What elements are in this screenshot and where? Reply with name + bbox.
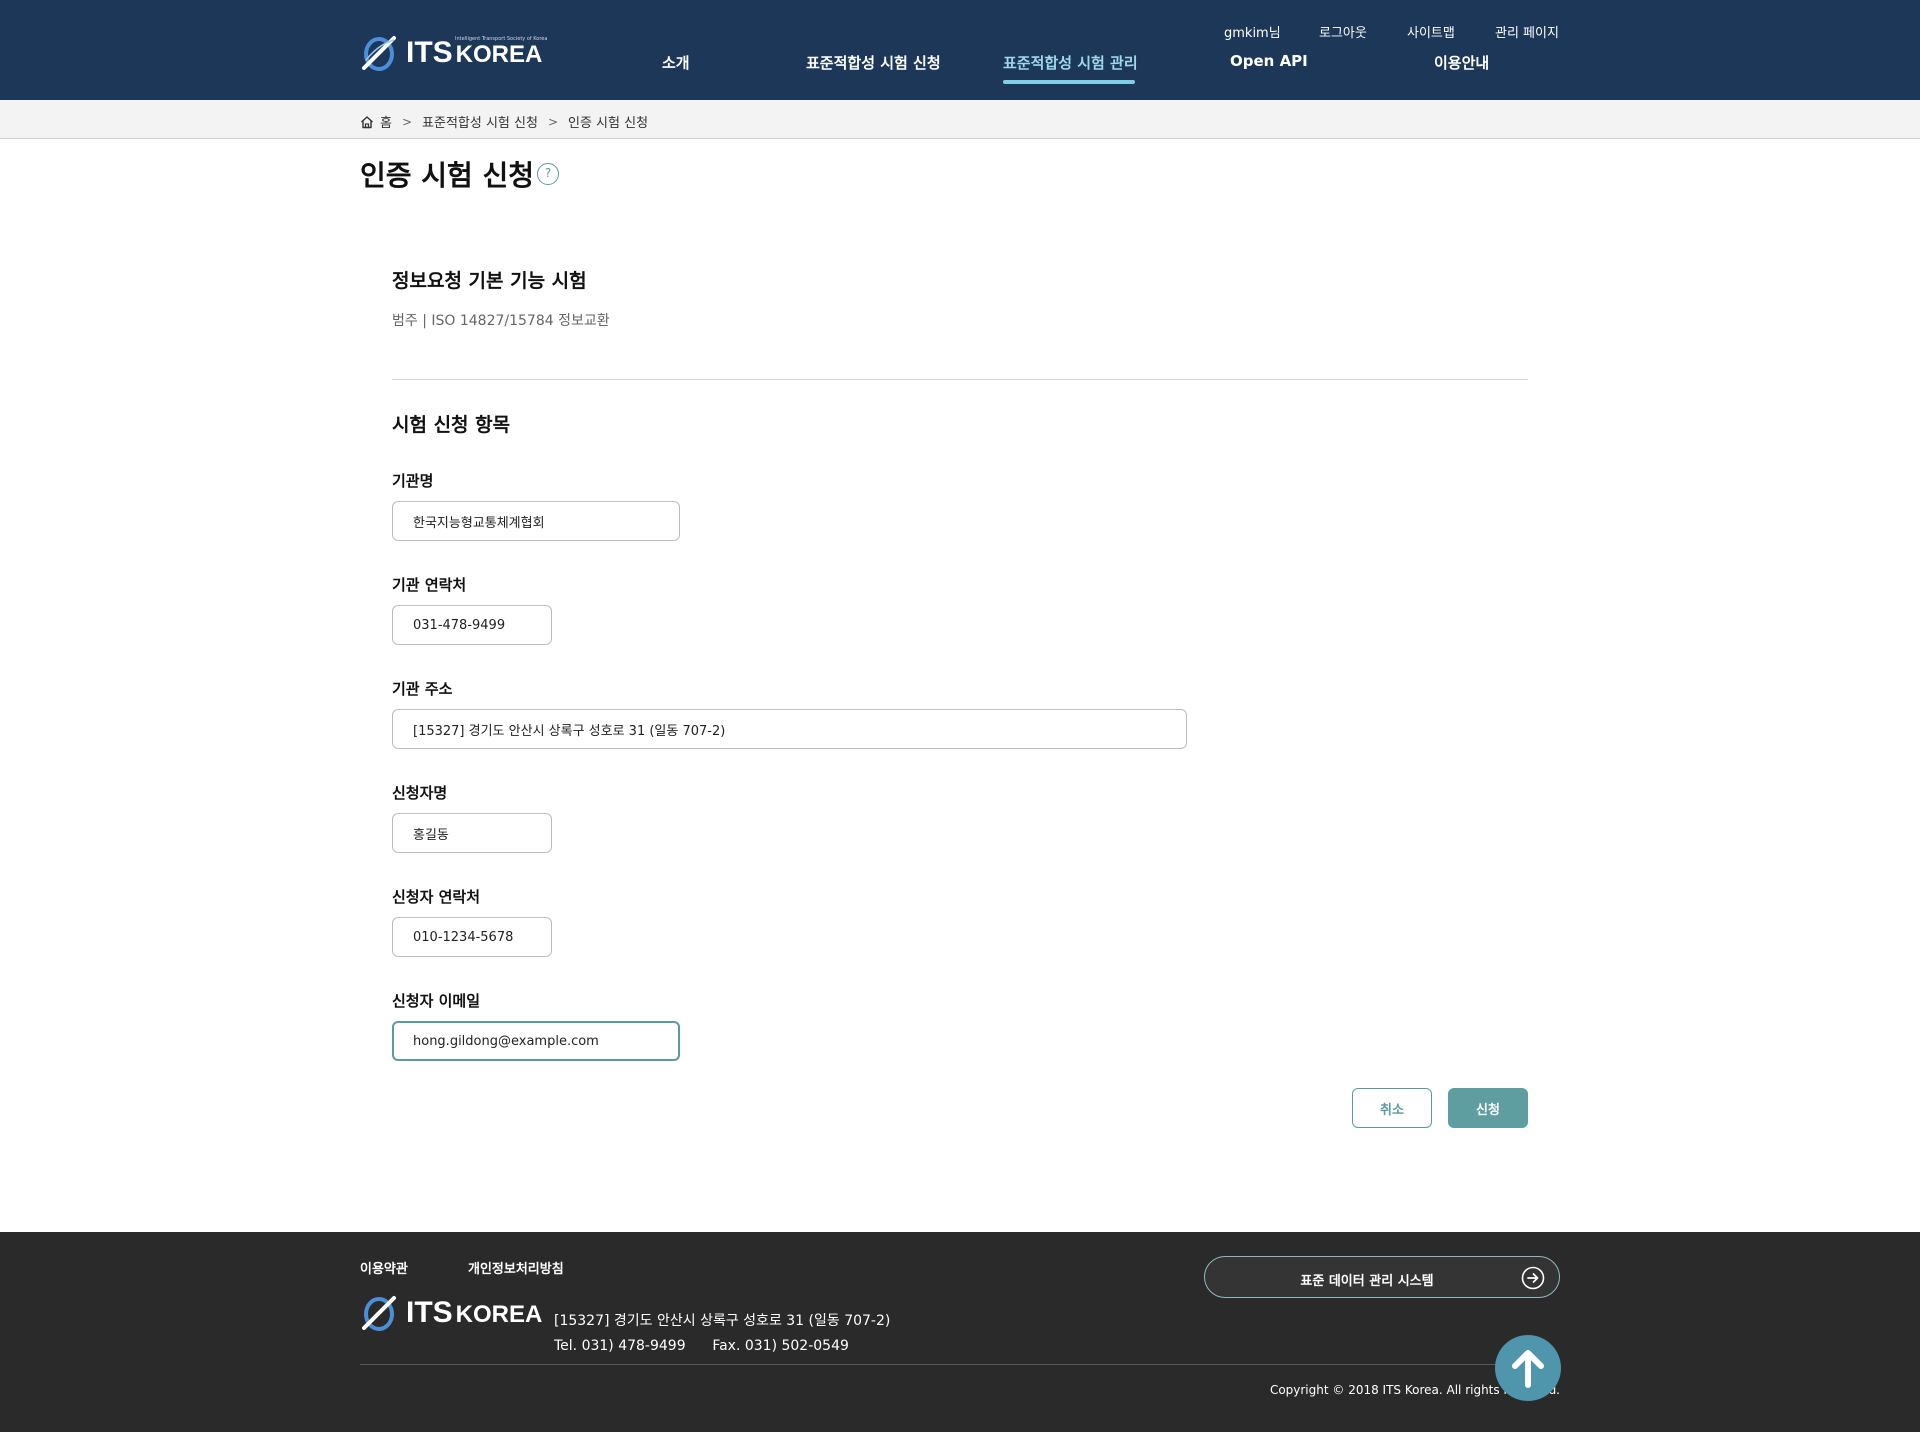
org-contact-label: 기관 연락처 [392,576,467,594]
help-icon[interactable]: ? [537,163,559,185]
nav-open-api[interactable]: Open API [1230,52,1308,70]
active-nav-indicator [1003,80,1135,84]
footer-logo: ITS KOREA [360,1294,542,1332]
applicant-name-label: 신청자명 [392,784,448,802]
breadcrumb-level1[interactable]: 표준적합성 시험 신청 [422,112,538,131]
org-contact-input[interactable] [392,605,552,645]
form-section-title: 시험 신청 항목 [392,414,511,436]
data-system-button[interactable]: 표준 데이터 관리 시스템 [1204,1256,1560,1298]
applicant-contact-input[interactable] [392,917,552,957]
applicant-email-label: 신청자 이메일 [392,992,481,1010]
submit-button[interactable]: 신청 [1448,1088,1528,1128]
org-address-input[interactable] [392,709,1187,749]
terms-link[interactable]: 이용약관 [360,1258,408,1277]
test-title: 정보요청 기본 기능 시험 [392,270,587,292]
chevron-right-icon: > [401,114,413,129]
applicant-name-input[interactable] [392,813,552,853]
logo-tagline: Intelligent Transport Society of Korea [455,36,548,42]
site-header: ITS KOREA Intelligent Transport Society o… [0,0,1920,100]
site-footer: 이용약관 개인정보처리방침 ITS KOREA [15327] 경기도 안산시 상… [0,1232,1920,1432]
footer-fax: Fax. 031) 502-0549 [712,1338,849,1354]
cancel-button[interactable]: 취소 [1352,1088,1432,1128]
footer-contact: Tel. 031) 478-9499 Fax. 031) 502-0549 [554,1338,849,1354]
applicant-email-input[interactable] [392,1021,680,1061]
nav-intro[interactable]: 소개 [662,52,690,73]
page-title: 인증 시험 신청 [360,159,535,192]
chevron-right-icon: > [547,114,558,129]
logout-link[interactable]: 로그아웃 [1319,22,1367,41]
footer-divider [360,1364,1560,1365]
nav-test-manage[interactable]: 표준적합성 시험 관리 [1003,52,1138,73]
breadcrumb-current: 인증 시험 신청 [568,116,649,131]
logo-mark-icon [362,1296,396,1331]
org-name-input[interactable] [392,501,680,541]
breadcrumb: 홈 > 표준적합성 시험 신청 > 인증 시험 신청 [0,100,1920,139]
privacy-link[interactable]: 개인정보처리방침 [468,1258,564,1277]
nav-guide[interactable]: 이용안내 [1434,52,1489,73]
section-divider [392,379,1528,380]
applicant-contact-label: 신청자 연락처 [392,888,481,906]
footer-tel: Tel. 031) 478-9499 [554,1338,686,1354]
footer-logo-text: ITS KOREA [406,1296,543,1329]
nav-test-apply[interactable]: 표준적합성 시험 신청 [806,52,941,73]
admin-page-link[interactable]: 관리 페이지 [1495,22,1559,41]
sitemap-link[interactable]: 사이트맵 [1407,22,1455,41]
footer-address: [15327] 경기도 안산시 상록구 성호로 31 (일동 707-2) [554,1313,891,1329]
test-category: 범주 | ISO 14827/15784 정보교환 [392,313,610,329]
site-logo[interactable]: ITS KOREA Intelligent Transport Society o… [360,34,547,72]
logo-mark-icon [362,36,396,71]
breadcrumb-home[interactable]: 홈 [380,112,392,131]
data-system-label: 표준 데이터 관리 시스템 [1300,1274,1434,1289]
home-icon[interactable] [360,115,374,129]
org-address-label: 기관 주소 [392,680,453,698]
org-name-label: 기관명 [392,472,434,490]
user-name: gmkim님 [1224,26,1281,41]
scroll-top-button[interactable] [1495,1335,1561,1401]
arrow-right-circle-icon [1521,1266,1545,1290]
arrow-up-icon [1512,1350,1544,1388]
